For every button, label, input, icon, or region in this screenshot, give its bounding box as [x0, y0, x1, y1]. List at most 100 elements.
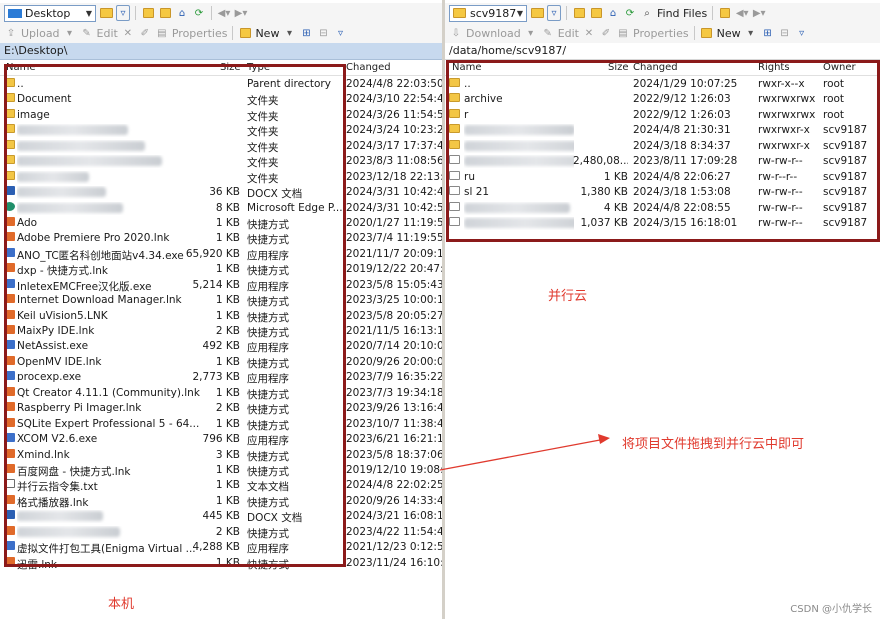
new-icon[interactable] — [700, 25, 714, 41]
edit-icon[interactable]: ✎ — [80, 25, 94, 41]
col-rights[interactable]: Rights — [758, 62, 790, 73]
home-icon[interactable]: ⌂ — [175, 5, 189, 21]
download-button[interactable]: Download — [466, 27, 521, 40]
edit-button[interactable]: Edit — [558, 27, 579, 40]
list-item[interactable]: image 文件夹 2024/3/26 11:54:59 — [0, 108, 442, 123]
back-icon[interactable]: ◀▾ — [217, 5, 231, 21]
list-item[interactable]: dxp - 快捷方式.lnk 1 KB 快捷方式 2019/12/22 20:47:0 — [0, 262, 442, 277]
open-folder-icon[interactable] — [99, 5, 113, 21]
list-item[interactable]: 1,037 KB 2024/3/15 16:18:01 rw-rw-r-- scv91… — [445, 216, 880, 231]
list-item[interactable]: 百度网盘 - 快捷方式.lnk 1 KB 快捷方式 2019/12/10 19:08:… — [0, 463, 442, 478]
refresh-icon[interactable]: ⟳ — [623, 5, 637, 21]
forward-icon[interactable]: ▶▾ — [752, 5, 766, 21]
list-item[interactable]: st...2,480,08... 2023/8/11 17:09:28 rw-rw-… — [445, 154, 880, 169]
list-item[interactable]: Keil uVision5.LNK 1 KB 快捷方式 2023/5/8 20:05:… — [0, 309, 442, 324]
list-item[interactable]: ru 1 KB 2024/4/8 22:06:27 rw-r--r-- scv9187 — [445, 170, 880, 185]
sync-icon[interactable] — [718, 5, 732, 21]
delete-icon[interactable]: ✕ — [582, 25, 596, 41]
open-folder-icon[interactable] — [530, 5, 544, 21]
root-dir-icon[interactable] — [589, 5, 603, 21]
root-dir-icon[interactable] — [158, 5, 172, 21]
chevron-down-icon[interactable]: ▾ — [63, 25, 77, 41]
chevron-down-icon[interactable]: ▾ — [524, 25, 538, 41]
col-name[interactable]: Name — [452, 62, 482, 73]
list-item[interactable]: Qt Creator 4.11.1 (Community).lnk 1 KB 快捷方… — [0, 386, 442, 401]
list-item[interactable]: 8 KB Microsoft Edge P... 2024/3/31 10:42:5… — [0, 201, 442, 216]
list-item[interactable]: ANO_TC匿名科创地面站v4.34.exe 65,920 KB 应用程序 2021/… — [0, 247, 442, 262]
list-item[interactable]: 445 KB DOCX 文档 2024/3/21 16:08:15 — [0, 509, 442, 524]
list-item[interactable]: .. 2024/1/29 10:07:25 rwxr-x--x root — [445, 77, 880, 92]
list-item[interactable]: SQLite Expert Professional 5 - 64... 1 KB… — [0, 417, 442, 432]
properties-icon[interactable]: ▤ — [155, 25, 169, 41]
parent-dir-icon[interactable] — [141, 5, 155, 21]
new-button[interactable]: New — [255, 27, 279, 40]
list-item[interactable]: 文件夹 2023/12/18 22:13:2 — [0, 170, 442, 185]
col-changed[interactable]: Changed — [633, 62, 678, 73]
list-item[interactable]: 36 KB DOCX 文档 2024/3/31 10:42:43 — [0, 185, 442, 200]
find-files-icon[interactable]: ⌕ — [640, 5, 654, 21]
local-path-bar[interactable]: E:\Desktop\ — [0, 43, 442, 60]
list-item[interactable]: NetAssist.exe 492 KB 应用程序 2020/7/14 20:10:0… — [0, 339, 442, 354]
col-size[interactable]: Size — [608, 62, 629, 73]
list-item[interactable]: 4 KB 2024/4/8 22:08:55 rw-rw-r-- scv9187 — [445, 201, 880, 216]
chevron-down-icon[interactable]: ▾ — [282, 25, 296, 41]
back-icon[interactable]: ◀▾ — [735, 5, 749, 21]
list-item[interactable]: Adobe Premiere Pro 2020.lnk 1 KB 快捷方式 2023/… — [0, 231, 442, 246]
col-name[interactable]: Name — [6, 62, 36, 73]
list-item[interactable]: MaixPy IDE.lnk 2 KB 快捷方式 2021/11/5 16:13:10 — [0, 324, 442, 339]
filter-icon[interactable]: ▿ — [795, 25, 809, 41]
chevron-down-icon[interactable]: ▾ — [744, 25, 758, 41]
properties-button[interactable]: Properties — [172, 27, 228, 40]
col-owner[interactable]: Owner — [823, 62, 856, 73]
parent-dir-icon[interactable] — [572, 5, 586, 21]
list-item[interactable]: OpenMV IDE.lnk 1 KB 快捷方式 2020/9/26 20:00:04 — [0, 355, 442, 370]
list-item[interactable]: r 2022/9/12 1:26:03 rwxrwxrwx root — [445, 108, 880, 123]
col-type[interactable]: Type — [247, 62, 270, 73]
new-icon[interactable] — [238, 25, 252, 41]
list-item[interactable]: Xmind.lnk 3 KB 快捷方式 2023/5/8 18:37:06 — [0, 448, 442, 463]
list-item[interactable]: 2 KB 快捷方式 2023/4/22 11:54:43 — [0, 525, 442, 540]
local-drive-select[interactable]: Desktop ▼ — [4, 4, 96, 22]
list-item[interactable]: Internet Download Manager.lnk 1 KB 快捷方式 202… — [0, 293, 442, 308]
list-item[interactable]: Ado 1 KB 快捷方式 2020/1/27 11:19:58 — [0, 216, 442, 231]
filter-icon[interactable]: ▿ — [116, 5, 130, 21]
list-item[interactable]: InletexEMCFree汉化版.exe 5,214 KB 应用程序 2023/5/… — [0, 278, 442, 293]
refresh-icon[interactable]: ⟳ — [192, 5, 206, 21]
rename-icon[interactable]: ✐ — [138, 25, 152, 41]
edit-button[interactable]: Edit — [97, 27, 118, 40]
expand-icon[interactable]: ⊞ — [299, 25, 313, 41]
new-button[interactable]: New — [717, 27, 741, 40]
list-item[interactable]: 并行云指令集.txt 1 KB 文本文档 2024/4/8 22:02:25 — [0, 478, 442, 493]
col-changed[interactable]: Changed — [346, 62, 391, 73]
expand-icon[interactable]: ⊞ — [761, 25, 775, 41]
filter-icon[interactable]: ▿ — [547, 5, 561, 21]
upload-button[interactable]: Upload — [21, 27, 60, 40]
properties-button[interactable]: Properties — [633, 27, 689, 40]
list-item[interactable]: -c... 2024/4/8 21:30:31 rwxrwxr-x scv9187 — [445, 123, 880, 138]
remote-path-bar[interactable]: /data/home/scv9187/ — [445, 43, 880, 60]
list-item[interactable]: sl 21 1,380 KB 2024/3/18 1:53:08 rw-rw-r-- s… — [445, 185, 880, 200]
forward-icon[interactable]: ▶▾ — [234, 5, 248, 21]
home-icon[interactable]: ⌂ — [606, 5, 620, 21]
list-item[interactable]: 格式播放器.lnk 1 KB 快捷方式 2020/9/26 14:33:41 — [0, 494, 442, 509]
list-item[interactable]: 虚拟文件打包工具(Enigma Virtual ... 4,288 KB 应用程序 2… — [0, 540, 442, 555]
list-item[interactable]: 2024/3/18 8:34:37 rwxrwxr-x scv9187 — [445, 139, 880, 154]
delete-icon[interactable]: ✕ — [121, 25, 135, 41]
collapse-icon[interactable]: ⊟ — [778, 25, 792, 41]
list-item[interactable]: 文件夹 2023/8/3 11:08:56 — [0, 154, 442, 169]
properties-icon[interactable]: ▤ — [616, 25, 630, 41]
list-item[interactable]: 迅雷.lnk 1 KB 快捷方式 2023/11/24 16:10:2 — [0, 556, 442, 571]
list-item[interactable]: archive 2022/9/12 1:26:03 rwxrwxrwx root — [445, 92, 880, 107]
remote-drive-select[interactable]: scv9187 ▼ — [449, 4, 527, 22]
edit-icon[interactable]: ✎ — [541, 25, 555, 41]
list-item[interactable]: 文件夹 2024/3/17 17:37:42 — [0, 139, 442, 154]
list-item[interactable]: procexp.exe 2,773 KB 应用程序 2023/7/9 16:35:22 — [0, 370, 442, 385]
list-item[interactable]: Document 文件夹 2024/3/10 22:54:43 — [0, 92, 442, 107]
list-item[interactable]: XCOM V2.6.exe 796 KB 应用程序 2023/6/21 16:21:1… — [0, 432, 442, 447]
collapse-icon[interactable]: ⊟ — [316, 25, 330, 41]
col-size[interactable]: Size — [220, 62, 241, 73]
list-item[interactable]: .. Parent directory 2024/4/8 22:03:50 — [0, 77, 442, 92]
rename-icon[interactable]: ✐ — [599, 25, 613, 41]
find-files-button[interactable]: Find Files — [657, 7, 707, 20]
download-icon[interactable]: ⇩ — [449, 25, 463, 41]
